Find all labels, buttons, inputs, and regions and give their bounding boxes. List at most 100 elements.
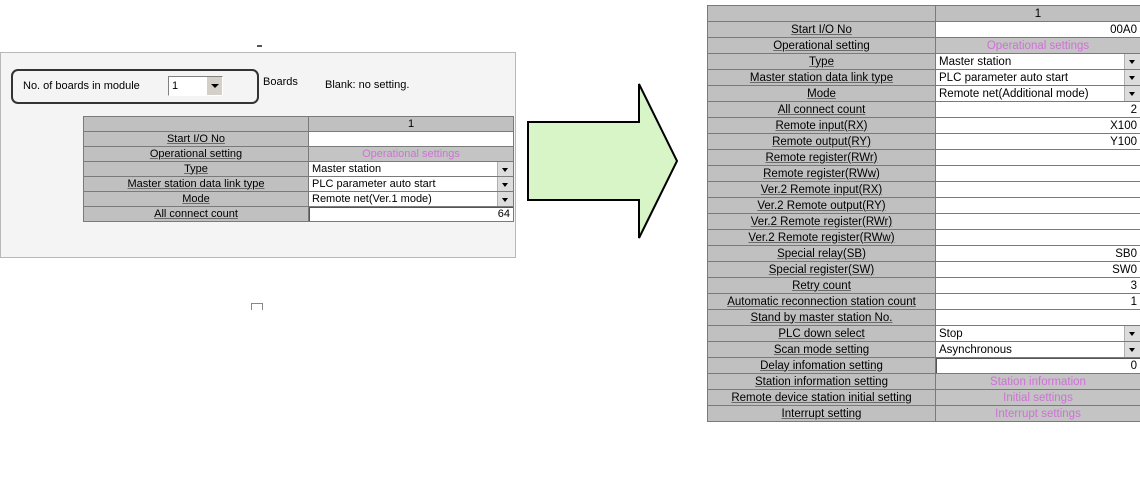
- row-label: Ver.2 Remote output(RY): [707, 197, 936, 214]
- table-row: Interrupt setting Interrupt settings: [707, 405, 1140, 422]
- station-information-button[interactable]: Station information: [935, 373, 1140, 390]
- start-io-input[interactable]: 00A0: [935, 21, 1140, 38]
- ver2-remote-register-rwr-input[interactable]: [935, 213, 1140, 230]
- row-label: Station information setting: [707, 373, 936, 390]
- row-label: Remote device station initial setting: [707, 389, 936, 406]
- row-label: All connect count: [707, 101, 936, 118]
- all-connect-count-input[interactable]: 2: [935, 101, 1140, 118]
- row-label: Remote output(RY): [707, 133, 936, 150]
- table-row: Ver.2 Remote register(RWw): [707, 229, 1140, 246]
- delay-information-input[interactable]: 0: [935, 357, 1140, 374]
- plc-down-select[interactable]: Stop: [935, 325, 1140, 342]
- table-row: Ver.2 Remote output(RY): [707, 197, 1140, 214]
- interrupt-settings-button[interactable]: Interrupt settings: [935, 405, 1140, 422]
- special-relay-sb-input[interactable]: SB0: [935, 245, 1140, 262]
- select-value: PLC parameter auto start: [312, 177, 436, 190]
- operational-settings-button[interactable]: Operational settings: [935, 37, 1140, 54]
- table-row: Stand by master station No.: [707, 309, 1140, 326]
- left-panel-top-mark: [257, 45, 262, 47]
- table-row: Delay infomation setting 0: [707, 357, 1140, 374]
- right-arrow-icon: [527, 83, 679, 239]
- left-settings-panel: No. of boards in module 1 Boards Blank: …: [0, 52, 516, 310]
- row-label: Mode: [83, 191, 309, 207]
- initial-settings-button[interactable]: Initial settings: [935, 389, 1140, 406]
- select-value: Asynchronous: [939, 343, 1012, 356]
- table-row: Retry count 3: [707, 277, 1140, 294]
- row-label: Ver.2 Remote input(RX): [707, 181, 936, 198]
- standby-master-station-input[interactable]: [935, 309, 1140, 326]
- remote-register-rww-input[interactable]: [935, 165, 1140, 182]
- row-label: Scan mode setting: [707, 341, 936, 358]
- chevron-down-icon[interactable]: [206, 77, 222, 95]
- chevron-down-icon[interactable]: [1124, 326, 1140, 341]
- row-label: Operational setting: [83, 146, 309, 162]
- select-value: PLC parameter auto start: [939, 71, 1069, 84]
- right-column-header: 1: [935, 5, 1140, 22]
- table-row: Ver.2 Remote register(RWr): [707, 213, 1140, 230]
- row-label: Automatic reconnection station count: [707, 293, 936, 310]
- left-table-corner: [83, 116, 309, 132]
- ver2-remote-output-ry-input[interactable]: [935, 197, 1140, 214]
- ver2-remote-input-rx-input[interactable]: [935, 181, 1140, 198]
- retry-count-input[interactable]: 3: [935, 277, 1140, 294]
- table-row: Operational setting Operational settings: [707, 37, 1140, 54]
- table-row: Special relay(SB) SB0: [707, 245, 1140, 262]
- table-row: Station information setting Station info…: [707, 373, 1140, 390]
- table-row: Mode Remote net(Ver.1 mode): [83, 191, 514, 207]
- chevron-down-icon[interactable]: [497, 177, 513, 191]
- row-label: Type: [83, 161, 309, 177]
- data-link-type-select[interactable]: PLC parameter auto start: [308, 176, 514, 192]
- row-label: Special register(SW): [707, 261, 936, 278]
- row-label: Delay infomation setting: [707, 357, 936, 374]
- boards-unit-label: Boards: [263, 76, 298, 88]
- table-row: Remote register(RWr): [707, 149, 1140, 166]
- row-label: All connect count: [83, 206, 309, 222]
- mode-select[interactable]: Remote net(Additional mode): [935, 85, 1140, 102]
- remote-input-rx-input[interactable]: X100: [935, 117, 1140, 134]
- row-label: Start I/O No: [83, 131, 309, 147]
- table-row: Operational setting Operational settings: [83, 146, 514, 162]
- boards-count-select[interactable]: 1: [168, 76, 223, 96]
- operational-settings-button[interactable]: Operational settings: [308, 146, 514, 162]
- table-row: Master station data link type PLC parame…: [83, 176, 514, 192]
- ver2-remote-register-rww-input[interactable]: [935, 229, 1140, 246]
- row-label: Ver.2 Remote register(RWw): [707, 229, 936, 246]
- remote-output-ry-input[interactable]: Y100: [935, 133, 1140, 150]
- special-register-sw-input[interactable]: SW0: [935, 261, 1140, 278]
- scan-mode-select[interactable]: Asynchronous: [935, 341, 1140, 358]
- row-label: Type: [707, 53, 936, 70]
- table-row: All connect count 2: [707, 101, 1140, 118]
- all-connect-count-input[interactable]: 64: [308, 206, 514, 222]
- select-value: Stop: [939, 327, 963, 340]
- table-row: PLC down select Stop: [707, 325, 1140, 342]
- data-link-type-select[interactable]: PLC parameter auto start: [935, 69, 1140, 86]
- chevron-down-icon[interactable]: [1124, 54, 1140, 69]
- select-value: Remote net(Ver.1 mode): [312, 192, 432, 205]
- row-label: Master station data link type: [83, 176, 309, 192]
- type-select[interactable]: Master station: [935, 53, 1140, 70]
- row-label: Remote input(RX): [707, 117, 936, 134]
- select-value: Master station: [312, 162, 382, 175]
- left-column-header: 1: [308, 116, 514, 132]
- table-row: Type Master station: [707, 53, 1140, 70]
- chevron-down-icon[interactable]: [497, 162, 513, 176]
- remote-register-rwr-input[interactable]: [935, 149, 1140, 166]
- auto-reconnect-count-input[interactable]: 1: [935, 293, 1140, 310]
- table-row: Remote register(RWw): [707, 165, 1140, 182]
- chevron-down-icon[interactable]: [1124, 342, 1140, 357]
- chevron-down-icon[interactable]: [1124, 86, 1140, 101]
- left-parameter-table: 1 Start I/O No Operational setting Opera…: [83, 116, 514, 222]
- mode-select[interactable]: Remote net(Ver.1 mode): [308, 191, 514, 207]
- table-row: Start I/O No 00A0: [707, 21, 1140, 38]
- right-parameter-table: 1 Start I/O No 00A0 Operational setting …: [707, 5, 1140, 422]
- chevron-down-icon[interactable]: [1124, 70, 1140, 85]
- row-label: Retry count: [707, 277, 936, 294]
- boards-count-value: 1: [172, 80, 179, 92]
- table-row: Type Master station: [83, 161, 514, 177]
- left-panel-bottom-mark: [251, 303, 263, 310]
- start-io-input[interactable]: [308, 131, 514, 147]
- type-select[interactable]: Master station: [308, 161, 514, 177]
- chevron-down-icon[interactable]: [497, 192, 513, 206]
- row-label: Remote register(RWw): [707, 165, 936, 182]
- table-row: Remote device station initial setting In…: [707, 389, 1140, 406]
